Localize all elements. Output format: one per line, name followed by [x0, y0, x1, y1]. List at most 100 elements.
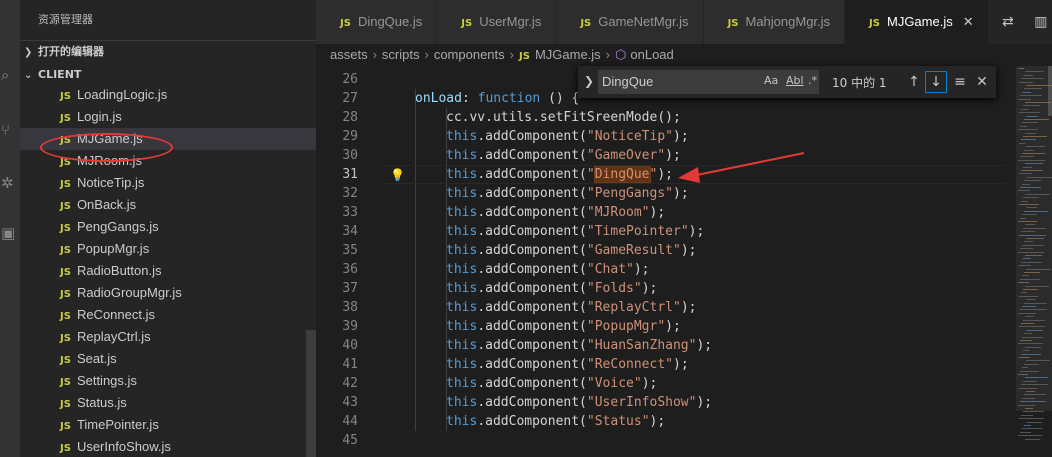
source-control-icon[interactable]: ⑂	[0, 115, 20, 145]
file-name: NoticeTip.js	[76, 175, 145, 190]
search-icon[interactable]: ⌕	[0, 60, 20, 90]
toggle-replace-icon[interactable]: ❯	[584, 74, 594, 88]
minimap-line	[1023, 197, 1039, 199]
close-find-icon[interactable]: ✕	[972, 72, 992, 92]
code-token: "	[586, 243, 595, 258]
line-number: 27	[342, 91, 358, 106]
line-number: 26	[342, 72, 358, 87]
file-item[interactable]: JS ReConnect.js	[20, 304, 316, 326]
code-line[interactable]: 38 this.addComponent("ReplayCtrl");	[316, 298, 1006, 317]
editor-scrollbar-thumb[interactable]	[1048, 66, 1052, 116]
code-line[interactable]: 32 this.addComponent("PengGangs");	[316, 184, 1006, 203]
file-item[interactable]: JS ReplayCtrl.js	[20, 326, 316, 348]
code-line[interactable]: 28 cc.vv.utils.setFitSreenMode();	[316, 108, 1006, 127]
file-item[interactable]: JS LoadingLogic.js	[20, 84, 316, 106]
code-text: this.addComponent("NoticeTip");	[446, 127, 689, 146]
tab-gamenetmgr-js[interactable]: JS GameNetMgr.js	[556, 0, 704, 44]
previous-match-icon[interactable]: ↑	[904, 72, 924, 92]
code-line[interactable]: 31 this.addComponent("DingQue"); 💡	[316, 165, 1006, 184]
match-count: 10 中的 1	[832, 76, 887, 90]
breadcrumb-item[interactable]: scripts	[382, 47, 420, 62]
code-token: );	[680, 243, 697, 258]
file-item[interactable]: JS PopupMgr.js	[20, 238, 316, 260]
breadcrumb-symbol[interactable]: onLoad	[630, 47, 673, 62]
find-in-selection-icon[interactable]: ≡	[950, 72, 970, 92]
indent-guide	[415, 146, 416, 165]
folder-section[interactable]: ⌄ CLIENT	[20, 64, 316, 86]
code-line[interactable]: 43 this.addComponent("UserInfoShow");	[316, 393, 1006, 412]
file-item[interactable]: JS OnBack.js	[20, 194, 316, 216]
next-match-icon[interactable]: ↓	[925, 71, 947, 93]
code-text: this.addComponent("Folds");	[446, 279, 657, 298]
debug-icon[interactable]: ✲	[0, 168, 20, 198]
js-file-icon: JS	[60, 311, 71, 322]
code-line[interactable]: 41 this.addComponent("ReConnect");	[316, 355, 1006, 374]
close-icon[interactable]: ✕	[963, 14, 974, 29]
line-number: 42	[342, 376, 358, 391]
minimap-line	[1018, 312, 1036, 314]
sidebar-scrollbar[interactable]	[306, 330, 316, 457]
open-editors-section[interactable]: ❯ 打开的编辑器	[20, 40, 316, 64]
breadcrumb-item[interactable]: components	[434, 47, 505, 62]
code-line[interactable]: 45	[316, 431, 1006, 450]
match-case-button[interactable]: Aa	[764, 74, 778, 87]
minimap-line	[1023, 136, 1047, 137]
tab-mjgame-js[interactable]: JS MJGame.js ✕	[845, 0, 989, 44]
code-token: .addComponent(	[477, 338, 587, 353]
js-file-icon: JS	[869, 18, 880, 29]
code-line[interactable]: 40 this.addComponent("HuanSanZhang");	[316, 336, 1006, 355]
string-literal: "HuanSanZhang"	[587, 338, 697, 353]
file-item[interactable]: JS RadioButton.js	[20, 260, 316, 282]
file-item[interactable]: JS Settings.js	[20, 370, 316, 392]
file-item[interactable]: JS PengGangs.js	[20, 216, 316, 238]
file-name: RadioGroupMgr.js	[76, 285, 182, 300]
indent-guide	[415, 222, 416, 241]
code-token: this	[446, 319, 478, 334]
file-name: RadioButton.js	[76, 263, 162, 278]
code-line[interactable]: 33 this.addComponent("MJRoom");	[316, 203, 1006, 222]
code-line[interactable]: 29 this.addComponent("NoticeTip");	[316, 127, 1006, 146]
code-editor[interactable]: 26 27 onLoad: function () {28 cc.vv.utils.s…	[316, 70, 1006, 450]
code-line[interactable]: 39 this.addComponent("PopupMgr");	[316, 317, 1006, 336]
minimap-line	[1021, 292, 1027, 294]
tab-mahjongmgr-js[interactable]: JS MahjongMgr.js	[703, 0, 846, 44]
breadcrumb-file[interactable]: MJGame.js	[535, 47, 601, 62]
minimap-line	[1021, 414, 1033, 416]
code-token: "	[649, 167, 658, 182]
code-token: );	[688, 224, 705, 239]
code-token: this	[446, 414, 478, 429]
indent-guide	[415, 127, 416, 146]
code-line[interactable]: 30 this.addComponent("GameOver");	[316, 146, 1006, 165]
whole-word-button[interactable]: Abl	[786, 74, 804, 87]
minimap-line	[1018, 159, 1045, 161]
tab-usermgr-js[interactable]: JS UserMgr.js	[437, 0, 557, 44]
minimap-line	[1024, 363, 1039, 365]
code-token: .addComponent(	[477, 262, 587, 277]
file-item[interactable]: JS Login.js	[20, 106, 316, 128]
code-line[interactable]: 42 this.addComponent("Voice");	[316, 374, 1006, 393]
breadcrumb-item[interactable]: assets	[330, 47, 368, 62]
compare-icon[interactable]: ⇄	[1002, 14, 1014, 30]
code-line[interactable]: 44 this.addComponent("Status");	[316, 412, 1006, 431]
minimap[interactable]	[1016, 66, 1052, 457]
file-item[interactable]: JS UserInfoShow.js	[20, 436, 316, 457]
minimap-line	[1020, 156, 1034, 158]
code-line[interactable]: 36 this.addComponent("Chat");	[316, 260, 1006, 279]
regex-button[interactable]: .*	[808, 74, 817, 87]
file-item[interactable]: JS NoticeTip.js	[20, 172, 316, 194]
extensions-icon[interactable]: ▣	[0, 218, 20, 248]
file-item[interactable]: JS TimePointer.js	[20, 414, 316, 436]
tab-dingque-js[interactable]: JS DingQue.js	[316, 0, 438, 44]
code-token: "	[680, 224, 689, 239]
file-item[interactable]: JS Status.js	[20, 392, 316, 414]
split-editor-icon[interactable]: ▥	[1034, 14, 1047, 30]
file-item[interactable]: JS RadioGroupMgr.js	[20, 282, 316, 304]
file-item[interactable]: JS Seat.js	[20, 348, 316, 370]
lightbulb-icon[interactable]: 💡	[390, 166, 405, 185]
minimap-line	[1019, 357, 1030, 358]
code-line[interactable]: 35 this.addComponent("GameResult");	[316, 241, 1006, 260]
code-token: );	[633, 262, 650, 277]
code-line[interactable]: 37 this.addComponent("Folds");	[316, 279, 1006, 298]
code-line[interactable]: 34 this.addComponent("TimePointer");	[316, 222, 1006, 241]
code-token: this	[446, 262, 478, 277]
